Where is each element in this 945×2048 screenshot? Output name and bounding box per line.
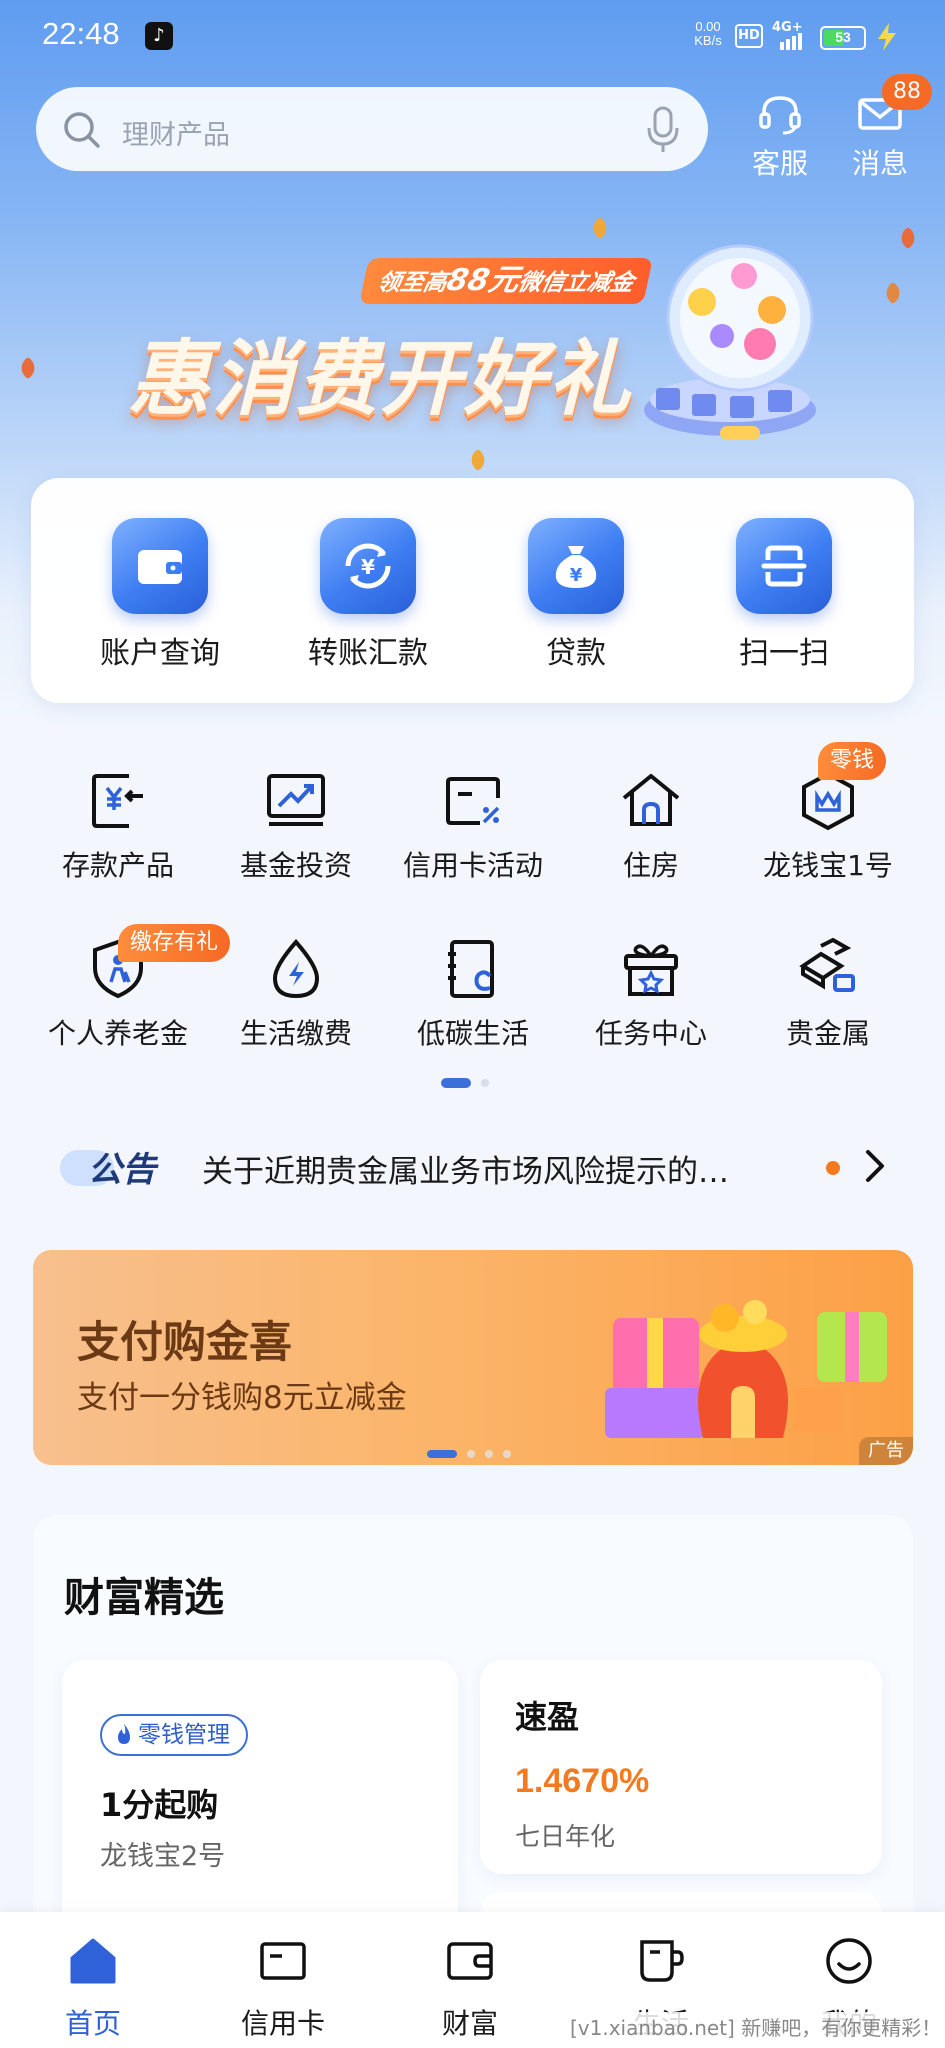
status-time: 22:48	[42, 16, 120, 51]
deposit-products-button[interactable]: 存款产品	[30, 768, 206, 898]
notice-logo: 公告	[60, 1142, 168, 1190]
customer-service-label: 客服	[751, 147, 808, 180]
grid-page-indicator	[441, 1078, 501, 1090]
cup-icon	[640, 1940, 684, 1982]
yield-label: 七日年化	[515, 1822, 616, 1851]
gift-bag-icon	[605, 1300, 887, 1438]
fund-investment-button[interactable]: 基金投资	[208, 768, 384, 898]
flame-icon	[118, 1724, 130, 1744]
gold-bars-icon	[799, 937, 855, 992]
search-icon	[64, 112, 100, 148]
grid-label: 低碳生活	[416, 1017, 529, 1050]
quick-action-label: 贷款	[546, 636, 606, 671]
wallet-icon	[447, 1942, 493, 1980]
grid-label: 基金投资	[239, 849, 352, 882]
credit-card-activity-button[interactable]: 信用卡活动	[385, 768, 561, 898]
quick-action-label: 扫一扫	[739, 636, 829, 671]
status-bar: 22:48 ♪ 0.00 KB/s HD 4G+ 53	[0, 0, 945, 72]
leaf-decoration	[466, 448, 490, 472]
promo-title: 支付购金喜	[77, 1318, 292, 1368]
grid-label: 住房	[622, 849, 679, 882]
customer-service-button[interactable]: 客服	[740, 90, 820, 180]
notice-unread-dot	[826, 1161, 840, 1175]
chart-trend-icon	[267, 774, 325, 826]
tab-wealth[interactable]: 财富	[405, 1934, 535, 2044]
ad-label: 广告	[859, 1437, 913, 1465]
grid-label: 贵金属	[785, 1017, 870, 1050]
svg-text:¥: ¥	[361, 555, 375, 579]
charging-bolt-icon	[878, 23, 896, 51]
promo-subtitle: 支付一分钱购8元立减金	[77, 1380, 407, 1416]
smile-icon	[826, 1938, 872, 1984]
search-placeholder[interactable]: 理财产品	[122, 113, 230, 152]
quick-action-label: 转账汇款	[308, 636, 428, 671]
scan-button[interactable]: 扫一扫	[699, 518, 869, 678]
change-tag: 零钱	[818, 742, 887, 780]
quick-action-label: 账户查询	[100, 636, 220, 671]
home-icon	[70, 1938, 116, 1984]
banner-title: 惠消费开好礼	[128, 332, 632, 427]
tab-home[interactable]: 首页	[28, 1934, 158, 2044]
wallet-icon	[112, 518, 208, 614]
deposit-icon	[92, 774, 143, 828]
task-center-button[interactable]: 任务中心	[563, 936, 739, 1066]
grid-label: 存款产品	[61, 849, 174, 882]
hd-icon: HD	[735, 24, 763, 48]
notebook-c-icon	[448, 940, 494, 998]
chevron-right-icon[interactable]	[860, 1148, 888, 1184]
utility-payment-button[interactable]: 生活缴费	[208, 936, 384, 1066]
microphone-icon[interactable]	[646, 106, 680, 154]
svg-text:¥: ¥	[570, 565, 583, 586]
banner-pill: 领至高88元微信立减金	[359, 258, 653, 304]
notice-text: 关于近期贵金属业务市场风险提示的…	[202, 1154, 729, 1190]
net-speed: 0.00 KB/s	[694, 19, 722, 48]
notice-bar[interactable]: 公告 关于近期贵金属业务市场风险提示的…	[60, 1136, 900, 1196]
product-name: 龙钱宝2号	[100, 1841, 226, 1872]
gift-star-icon	[624, 944, 678, 996]
tiktok-icon: ♪	[145, 22, 173, 50]
credit-card-percent-icon	[446, 777, 500, 825]
low-carbon-life-button[interactable]: 低碳生活	[385, 936, 561, 1066]
min-purchase: 1分起购	[100, 1786, 219, 1824]
battery-icon: 53	[820, 26, 866, 50]
grid-label: 龙钱宝1号	[763, 849, 893, 882]
leaf-decoration	[881, 281, 905, 305]
grid-label: 信用卡活动	[402, 849, 543, 882]
leaf-decoration	[588, 216, 612, 240]
leaf-decoration	[16, 356, 40, 380]
category-tag: 零钱管理	[100, 1714, 248, 1756]
scan-icon	[736, 518, 832, 614]
account-query-button[interactable]: 账户查询	[75, 518, 245, 678]
precious-metals-button[interactable]: 贵金属	[740, 936, 916, 1066]
grid-label: 个人养老金	[47, 1017, 188, 1050]
message-count-badge: 88	[882, 74, 932, 110]
grid-label: 生活缴费	[239, 1017, 352, 1050]
card-icon	[260, 1942, 306, 1980]
yuan-exchange-icon: ¥	[320, 518, 416, 614]
leaf-decoration	[896, 226, 920, 250]
longqianbao-1-button[interactable]: 龙钱宝1号	[740, 768, 916, 898]
drop-bolt-icon	[272, 938, 320, 999]
promo-page-indicator	[393, 1448, 523, 1460]
yield-rate: 1.4670%	[515, 1762, 650, 1800]
grid-label: 任务中心	[594, 1017, 707, 1050]
housing-button[interactable]: 住房	[563, 768, 739, 898]
house-icon	[622, 774, 680, 826]
gift-globe-icon	[644, 244, 816, 440]
product-name: 速盈	[515, 1698, 580, 1736]
messages-label: 消息	[851, 147, 908, 180]
gold-promo-banner[interactable]: 支付购金喜 支付一分钱购8元立减金 广告	[33, 1250, 913, 1465]
wealth-title: 财富精选	[64, 1575, 224, 1621]
watermark-text: [v1.xianbao.net] 新赚吧，有你更精彩！	[570, 2012, 942, 2041]
headset-icon	[759, 96, 801, 135]
tab-credit-card[interactable]: 信用卡	[218, 1934, 348, 2044]
loan-button[interactable]: ¥ 贷款	[491, 518, 661, 678]
money-bag-icon: ¥	[528, 518, 624, 614]
transfer-button[interactable]: ¥ 转账汇款	[283, 518, 453, 678]
signal-icon: 4G+	[772, 20, 814, 50]
